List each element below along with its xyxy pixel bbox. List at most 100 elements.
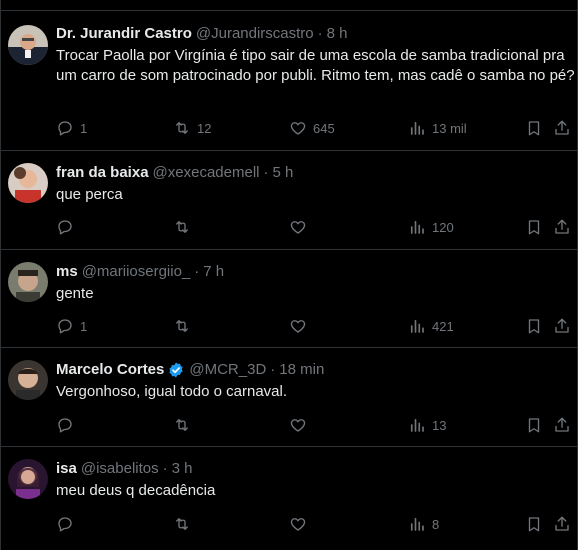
- views-button[interactable]: 13 mil: [408, 118, 467, 138]
- tweet[interactable]: Dr. Jurandir Castro @Jurandirscastro · 8…: [1, 10, 577, 150]
- tweet-header: Dr. Jurandir Castro @Jurandirscastro · 8…: [56, 24, 348, 44]
- views-button[interactable]: 421: [408, 316, 454, 336]
- share-icon: [555, 318, 569, 333]
- timestamp[interactable]: 18 min: [279, 360, 324, 380]
- bookmark-icon: [528, 220, 540, 235]
- share-icon: [555, 417, 569, 432]
- analytics-icon: [410, 517, 424, 531]
- avatar[interactable]: [8, 360, 48, 400]
- reply-button[interactable]: 1: [56, 118, 87, 138]
- timestamp[interactable]: 7 h: [203, 262, 224, 282]
- analytics-icon: [410, 121, 424, 135]
- retweet-button[interactable]: 12: [173, 118, 211, 138]
- heart-icon: [290, 122, 306, 135]
- share-button[interactable]: [553, 415, 571, 435]
- analytics-icon: [410, 319, 424, 333]
- tweet-actions: 1 12 645 13 mil: [56, 118, 576, 138]
- avatar[interactable]: [8, 25, 48, 65]
- separator-dot: ·: [162, 460, 168, 477]
- tweet-text: Trocar Paolla por Virgínia é tipo sair d…: [56, 47, 575, 84]
- bookmark-button[interactable]: [525, 514, 543, 534]
- timestamp[interactable]: 5 h: [273, 163, 294, 183]
- tweet[interactable]: fran da baixa @xexecademell · 5 h que pe…: [1, 150, 577, 249]
- separator-dot: ·: [317, 25, 323, 42]
- bookmark-button[interactable]: [525, 217, 543, 237]
- avatar[interactable]: [8, 459, 48, 499]
- retweet-button[interactable]: [173, 514, 197, 534]
- retweet-icon: [176, 320, 188, 332]
- bookmark-button[interactable]: [525, 118, 543, 138]
- analytics-icon: [410, 220, 424, 234]
- tweet-text: que perca: [56, 186, 123, 203]
- timestamp[interactable]: 8 h: [327, 24, 348, 44]
- like-button[interactable]: [289, 514, 313, 534]
- author-handle[interactable]: @MCR_3D: [189, 360, 266, 380]
- view-count: 13 mil: [432, 120, 467, 136]
- reply-count: 1: [80, 120, 88, 136]
- retweet-icon: [176, 122, 188, 134]
- reply-icon: [58, 121, 72, 136]
- tweet-text: Vergonhoso, igual todo o carnaval.: [56, 383, 287, 400]
- retweet-button[interactable]: [173, 217, 197, 237]
- separator-dot: ·: [263, 164, 269, 181]
- author-name[interactable]: fran da baixa: [56, 163, 149, 183]
- bookmark-button[interactable]: [525, 415, 543, 435]
- tweet-feed: Dr. Jurandir Castro @Jurandirscastro · 8…: [0, 0, 578, 550]
- author-name[interactable]: isa: [56, 459, 77, 479]
- share-icon: [555, 219, 569, 234]
- reply-icon: [58, 517, 72, 532]
- tweet-actions: 1 421: [56, 316, 576, 336]
- author-handle[interactable]: @mariiosergiio_: [82, 262, 191, 282]
- views-button[interactable]: 13: [408, 415, 446, 435]
- share-button[interactable]: [553, 217, 571, 237]
- retweet-icon: [176, 518, 188, 530]
- timestamp[interactable]: 3 h: [172, 459, 193, 479]
- heart-icon: [290, 419, 306, 432]
- bookmark-icon: [528, 319, 540, 334]
- share-button[interactable]: [553, 118, 571, 138]
- reply-button[interactable]: [56, 514, 80, 534]
- author-name[interactable]: Marcelo Cortes: [56, 360, 164, 380]
- separator-dot: ·: [270, 361, 276, 378]
- reply-button[interactable]: 1: [56, 316, 87, 336]
- retweet-icon: [176, 419, 188, 431]
- avatar[interactable]: [8, 163, 48, 203]
- share-button[interactable]: [553, 316, 571, 336]
- like-button[interactable]: 645: [289, 118, 335, 138]
- views-button[interactable]: 8: [408, 514, 439, 534]
- like-button[interactable]: [289, 415, 313, 435]
- tweet-header: fran da baixa @xexecademell · 5 h: [56, 163, 293, 183]
- tweet-text: gente: [56, 285, 94, 302]
- share-button[interactable]: [553, 514, 571, 534]
- bookmark-icon: [528, 121, 540, 136]
- separator-dot: ·: [194, 263, 200, 280]
- author-handle[interactable]: @isabelitos: [81, 459, 159, 479]
- reply-button[interactable]: [56, 217, 80, 237]
- analytics-icon: [410, 418, 424, 432]
- like-button[interactable]: [289, 217, 313, 237]
- tweet[interactable]: isa @isabelitos · 3 h meu deus q decadên…: [1, 446, 577, 550]
- like-button[interactable]: [289, 316, 313, 336]
- view-count: 120: [432, 219, 454, 235]
- tweet[interactable]: Marcelo Cortes @MCR_3D · 18 min Vergonho…: [1, 347, 577, 446]
- views-button[interactable]: 120: [408, 217, 454, 237]
- share-icon: [555, 516, 569, 531]
- retweet-count: 12: [197, 120, 212, 136]
- retweet-button[interactable]: [173, 415, 197, 435]
- reply-button[interactable]: [56, 415, 80, 435]
- tweet-header: Marcelo Cortes @MCR_3D · 18 min: [56, 360, 324, 380]
- retweet-button[interactable]: [173, 316, 197, 336]
- bookmark-icon: [528, 517, 540, 532]
- view-count: 8: [432, 516, 440, 532]
- author-name[interactable]: Dr. Jurandir Castro: [56, 24, 192, 44]
- view-count: 13: [432, 417, 447, 433]
- view-count: 421: [432, 318, 454, 334]
- bookmark-button[interactable]: [525, 316, 543, 336]
- author-handle[interactable]: @Jurandirscastro: [196, 24, 314, 44]
- author-handle[interactable]: @xexecademell: [153, 163, 260, 183]
- tweet-actions: 13: [56, 415, 576, 435]
- avatar[interactable]: [8, 262, 48, 302]
- author-name[interactable]: ms: [56, 262, 78, 282]
- tweet[interactable]: ms @mariiosergiio_ · 7 h gente 1 421: [1, 249, 577, 347]
- verified-badge-icon: [169, 362, 183, 378]
